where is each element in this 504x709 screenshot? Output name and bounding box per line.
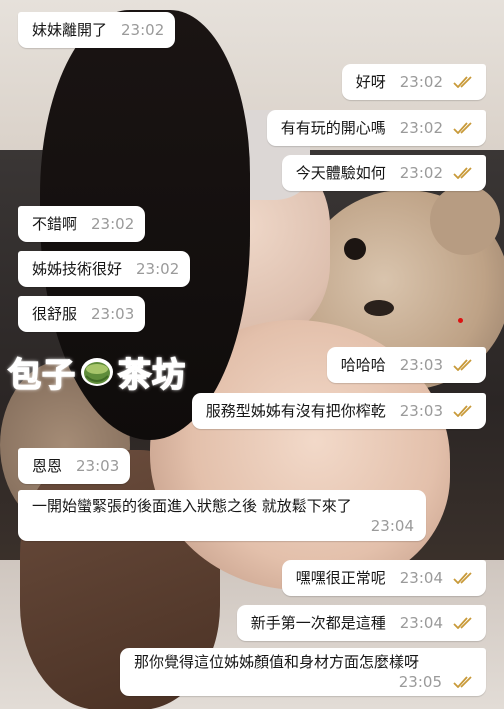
message-text: 新手第一次都是這種 <box>250 614 386 632</box>
read-ticks-icon <box>453 617 475 629</box>
message-outgoing[interactable]: 新手第一次都是這種 23:04 <box>236 605 486 641</box>
message-time: 23:05 <box>398 673 442 691</box>
read-ticks-icon <box>453 676 475 688</box>
chat-thread: 妹妹離開了 23:02 好呀 23:02 有有玩的開心嗎 23:02 今天體驗如何 23… <box>0 0 504 709</box>
message-text: 妹妹離開了 <box>32 21 108 39</box>
message-text: 很舒服 <box>32 305 78 323</box>
message-time: 23:02 <box>136 260 180 278</box>
message-time: 23:04 <box>399 614 443 632</box>
message-text: 嘿嘿很正常呢 <box>295 569 386 587</box>
message-text: 哈哈哈 <box>340 356 386 374</box>
read-ticks-icon <box>453 572 475 584</box>
message-text: 不錯啊 <box>32 215 78 233</box>
message-time: 23:04 <box>399 569 443 587</box>
message-outgoing[interactable]: 今天體驗如何 23:02 <box>281 155 486 191</box>
message-incoming[interactable]: 很舒服 23:03 <box>18 296 146 332</box>
message-text: 一開始蠻緊張的後面進入狀態之後 就放鬆下來了 <box>32 497 352 515</box>
message-time: 23:02 <box>91 215 135 233</box>
message-text: 今天體驗如何 <box>295 164 386 182</box>
message-incoming[interactable]: 一開始蠻緊張的後面進入狀態之後 就放鬆下來了 23:04 <box>18 490 426 541</box>
message-time: 23:03 <box>91 305 135 323</box>
message-outgoing[interactable]: 好呀 23:02 <box>341 64 486 100</box>
message-outgoing[interactable]: 那你覺得這位姊姊顏值和身材方面怎麼樣呀 23:05 <box>120 648 486 696</box>
message-time: 23:04 <box>370 517 414 535</box>
message-text: 好呀 <box>355 73 386 91</box>
message-incoming[interactable]: 不錯啊 23:02 <box>18 206 146 242</box>
message-outgoing[interactable]: 服務型姊姊有沒有把你榨乾 23:03 <box>191 393 486 429</box>
message-incoming[interactable]: 妹妹離開了 23:02 <box>18 12 176 48</box>
message-text: 那你覺得這位姊姊顏值和身材方面怎麼樣呀 <box>134 653 420 671</box>
message-text: 姊姊技術很好 <box>32 260 123 278</box>
message-time: 23:02 <box>399 164 443 182</box>
read-ticks-icon <box>453 76 475 88</box>
message-outgoing[interactable]: 有有玩的開心嗎 23:02 <box>266 110 486 146</box>
message-time: 23:03 <box>399 356 443 374</box>
message-time: 23:02 <box>399 119 443 137</box>
message-text: 有有玩的開心嗎 <box>280 119 386 137</box>
message-text: 恩恩 <box>32 457 63 475</box>
message-incoming[interactable]: 恩恩 23:03 <box>18 448 131 484</box>
message-time: 23:03 <box>76 457 120 475</box>
read-ticks-icon <box>453 359 475 371</box>
message-incoming[interactable]: 姊姊技術很好 23:02 <box>18 251 191 287</box>
message-outgoing[interactable]: 嘿嘿很正常呢 23:04 <box>281 560 486 596</box>
read-ticks-icon <box>453 167 475 179</box>
read-ticks-icon <box>453 405 475 417</box>
message-time: 23:02 <box>399 73 443 91</box>
message-time: 23:02 <box>121 21 165 39</box>
message-text: 服務型姊姊有沒有把你榨乾 <box>205 402 386 420</box>
read-ticks-icon <box>453 122 475 134</box>
message-outgoing[interactable]: 哈哈哈 23:03 <box>326 347 486 383</box>
message-time: 23:03 <box>399 402 443 420</box>
